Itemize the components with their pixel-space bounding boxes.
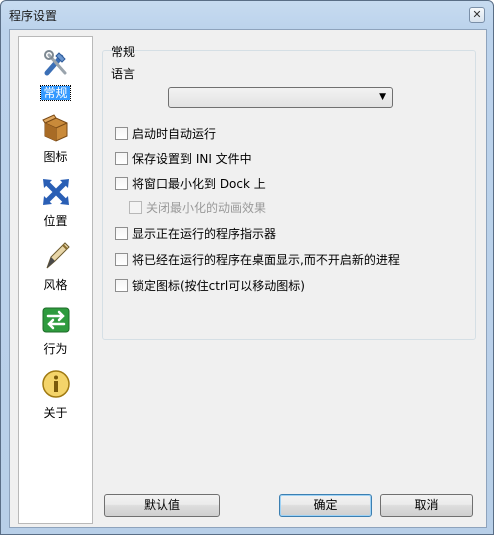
option-label: 显示正在运行的程序指示器 bbox=[132, 226, 277, 241]
arrows-icon bbox=[43, 179, 69, 205]
sidebar-item-about[interactable]: 关于 bbox=[19, 363, 92, 425]
pen-icon bbox=[46, 242, 70, 269]
language-label: 语言 bbox=[111, 67, 136, 81]
tools-icon bbox=[44, 50, 67, 76]
window-title: 程序设置 bbox=[9, 9, 58, 23]
checkbox-autostart[interactable] bbox=[115, 126, 128, 140]
sidebar-item-general[interactable]: 常规 bbox=[19, 43, 92, 105]
option-label: 将已经在运行的程序在桌面显示,而不开启新的进程 bbox=[132, 252, 400, 267]
option-label: 锁定图标(按住ctrl可以移动图标) bbox=[132, 278, 305, 293]
info-icon bbox=[42, 370, 70, 398]
sidebar-label-position: 位置 bbox=[43, 214, 68, 228]
option-save-ini[interactable]: 保存设置到 INI 文件中 bbox=[115, 149, 252, 167]
title-bar: 程序设置 ✕ bbox=[1, 1, 493, 29]
cancel-button[interactable]: 取消 bbox=[380, 494, 473, 517]
dialog-body: 常规 图标 位置 风格 行为 关于 常规 语言 ▼ 启动时自动运行 保存设置到 … bbox=[9, 29, 487, 528]
option-running-indicator[interactable]: 显示正在运行的程序指示器 bbox=[115, 224, 276, 242]
switch-icon bbox=[42, 307, 70, 333]
sidebar-item-behavior[interactable]: 行为 bbox=[19, 299, 92, 361]
language-dropdown[interactable]: ▼ bbox=[168, 87, 393, 108]
settings-window: 程序设置 ✕ 常规 图标 位置 风格 行为 关于 常规 语言 ▼ 启动时自动运行… bbox=[0, 0, 494, 535]
checkbox-disable-minimize-animation bbox=[129, 200, 142, 214]
box-icon bbox=[42, 114, 68, 142]
sidebar-label-behavior: 行为 bbox=[43, 342, 68, 356]
sidebar-label-about: 关于 bbox=[43, 406, 68, 420]
option-lock-icons[interactable]: 锁定图标(按住ctrl可以移动图标) bbox=[115, 276, 305, 294]
option-label: 保存设置到 INI 文件中 bbox=[132, 151, 252, 166]
sidebar-label-style: 风格 bbox=[43, 278, 68, 292]
sidebar-label-icons: 图标 bbox=[43, 150, 68, 164]
checkbox-lock-icons[interactable] bbox=[115, 278, 128, 292]
category-sidebar: 常规 图标 位置 风格 行为 关于 bbox=[18, 36, 93, 524]
close-button[interactable]: ✕ bbox=[469, 7, 485, 23]
sidebar-item-style[interactable]: 风格 bbox=[19, 235, 92, 297]
option-show-running-app[interactable]: 将已经在运行的程序在桌面显示,而不开启新的进程 bbox=[115, 250, 400, 268]
default-button[interactable]: 默认值 bbox=[104, 494, 220, 517]
checkbox-running-indicator[interactable] bbox=[115, 226, 128, 240]
option-label: 启动时自动运行 bbox=[132, 126, 217, 141]
section-title: 常规 bbox=[111, 45, 136, 59]
ok-button[interactable]: 确定 bbox=[279, 494, 372, 517]
option-minimize-to-dock[interactable]: 将窗口最小化到 Dock 上 bbox=[115, 174, 266, 192]
checkbox-minimize-to-dock[interactable] bbox=[115, 176, 128, 190]
checkbox-save-ini[interactable] bbox=[115, 151, 128, 165]
sidebar-item-position[interactable]: 位置 bbox=[19, 171, 92, 233]
option-label: 将窗口最小化到 Dock 上 bbox=[132, 176, 266, 191]
checkbox-show-running-app[interactable] bbox=[115, 252, 128, 266]
option-disable-minimize-animation: 关闭最小化的动画效果 bbox=[129, 198, 266, 216]
option-label: 关闭最小化的动画效果 bbox=[146, 200, 267, 215]
sidebar-label-general: 常规 bbox=[40, 85, 71, 101]
chevron-down-icon: ▼ bbox=[379, 92, 386, 102]
sidebar-item-icons[interactable]: 图标 bbox=[19, 107, 92, 169]
option-autostart[interactable]: 启动时自动运行 bbox=[115, 124, 216, 142]
